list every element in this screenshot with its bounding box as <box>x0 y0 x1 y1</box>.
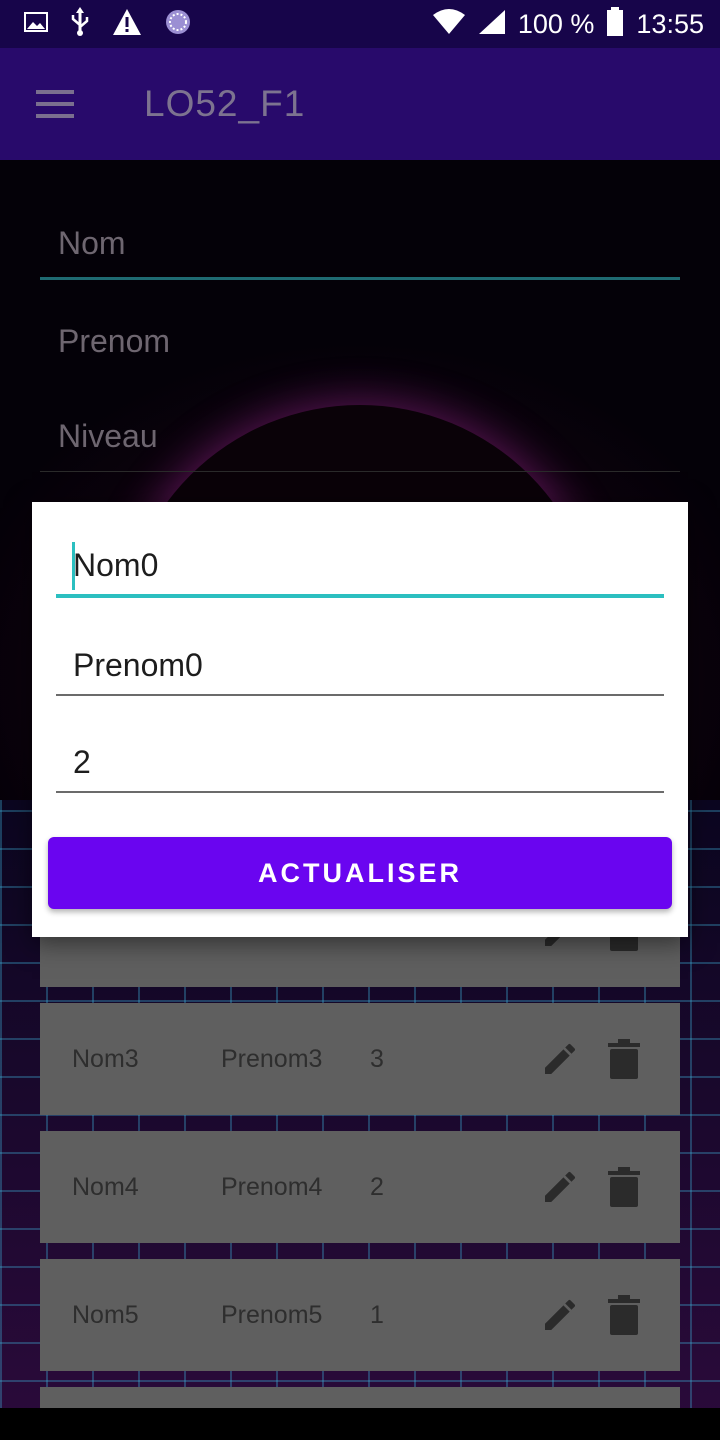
app-bar: LO52_F1 <box>0 48 720 160</box>
row-niveau: 1 <box>370 1300 384 1329</box>
dialog-niveau-value: 2 <box>73 744 91 780</box>
row-nom: Nom3 <box>72 1044 139 1073</box>
list-item[interactable] <box>40 1387 680 1408</box>
row-niveau: 2 <box>370 1172 384 1201</box>
status-notifications <box>24 6 192 42</box>
navigation-bar <box>0 1408 720 1440</box>
dialog-niveau-field[interactable]: 2 <box>56 733 664 793</box>
warning-icon <box>112 8 142 41</box>
clock: 13:55 <box>636 8 704 39</box>
nom-placeholder: Nom <box>58 225 126 261</box>
sync-icon <box>164 8 192 41</box>
app-title: LO52_F1 <box>144 83 306 124</box>
signal-icon <box>478 9 506 40</box>
edit-dialog: Nom0 Prenom0 2 ACTUALISER <box>32 502 688 937</box>
actualiser-button[interactable]: ACTUALISER <box>48 837 672 909</box>
battery-percent: 100 % <box>517 8 595 39</box>
list-item[interactable]: Nom5 Prenom5 1 <box>40 1259 680 1371</box>
row-niveau: 3 <box>370 1044 384 1073</box>
usb-icon <box>70 6 90 42</box>
wifi-icon <box>432 8 466 40</box>
row-prenom: Prenom5 <box>221 1300 323 1329</box>
niveau-input[interactable]: Niveau <box>40 402 680 472</box>
dialog-prenom-field[interactable]: Prenom0 <box>56 636 664 696</box>
delete-icon[interactable] <box>608 1295 640 1335</box>
hamburger-menu-icon[interactable] <box>36 82 80 126</box>
delete-icon[interactable] <box>608 1167 640 1207</box>
prenom-input[interactable]: Prenom <box>40 306 680 376</box>
battery-icon <box>606 6 624 42</box>
image-icon <box>24 11 48 37</box>
status-bar: 100 % 13:55 <box>0 0 720 48</box>
niveau-placeholder: Niveau <box>58 418 158 454</box>
dialog-nom-value: Nom0 <box>73 547 159 583</box>
nom-input[interactable]: Nom <box>40 210 680 280</box>
text-cursor <box>72 542 75 590</box>
list-item[interactable]: Nom3 Prenom3 3 <box>40 1003 680 1115</box>
row-nom: Nom4 <box>72 1172 139 1201</box>
edit-icon[interactable] <box>540 1039 580 1079</box>
row-nom: Nom5 <box>72 1300 139 1329</box>
dialog-prenom-value: Prenom0 <box>73 647 203 683</box>
edit-icon[interactable] <box>540 1295 580 1335</box>
edit-icon[interactable] <box>540 1167 580 1207</box>
row-prenom: Prenom4 <box>221 1172 323 1201</box>
delete-icon[interactable] <box>608 1039 640 1079</box>
dialog-nom-field[interactable]: Nom0 <box>56 538 664 598</box>
list-item[interactable]: Nom4 Prenom4 2 <box>40 1131 680 1243</box>
row-prenom: Prenom3 <box>221 1044 323 1073</box>
prenom-placeholder: Prenom <box>58 322 171 359</box>
status-system: 100 % 13:55 <box>432 6 704 42</box>
